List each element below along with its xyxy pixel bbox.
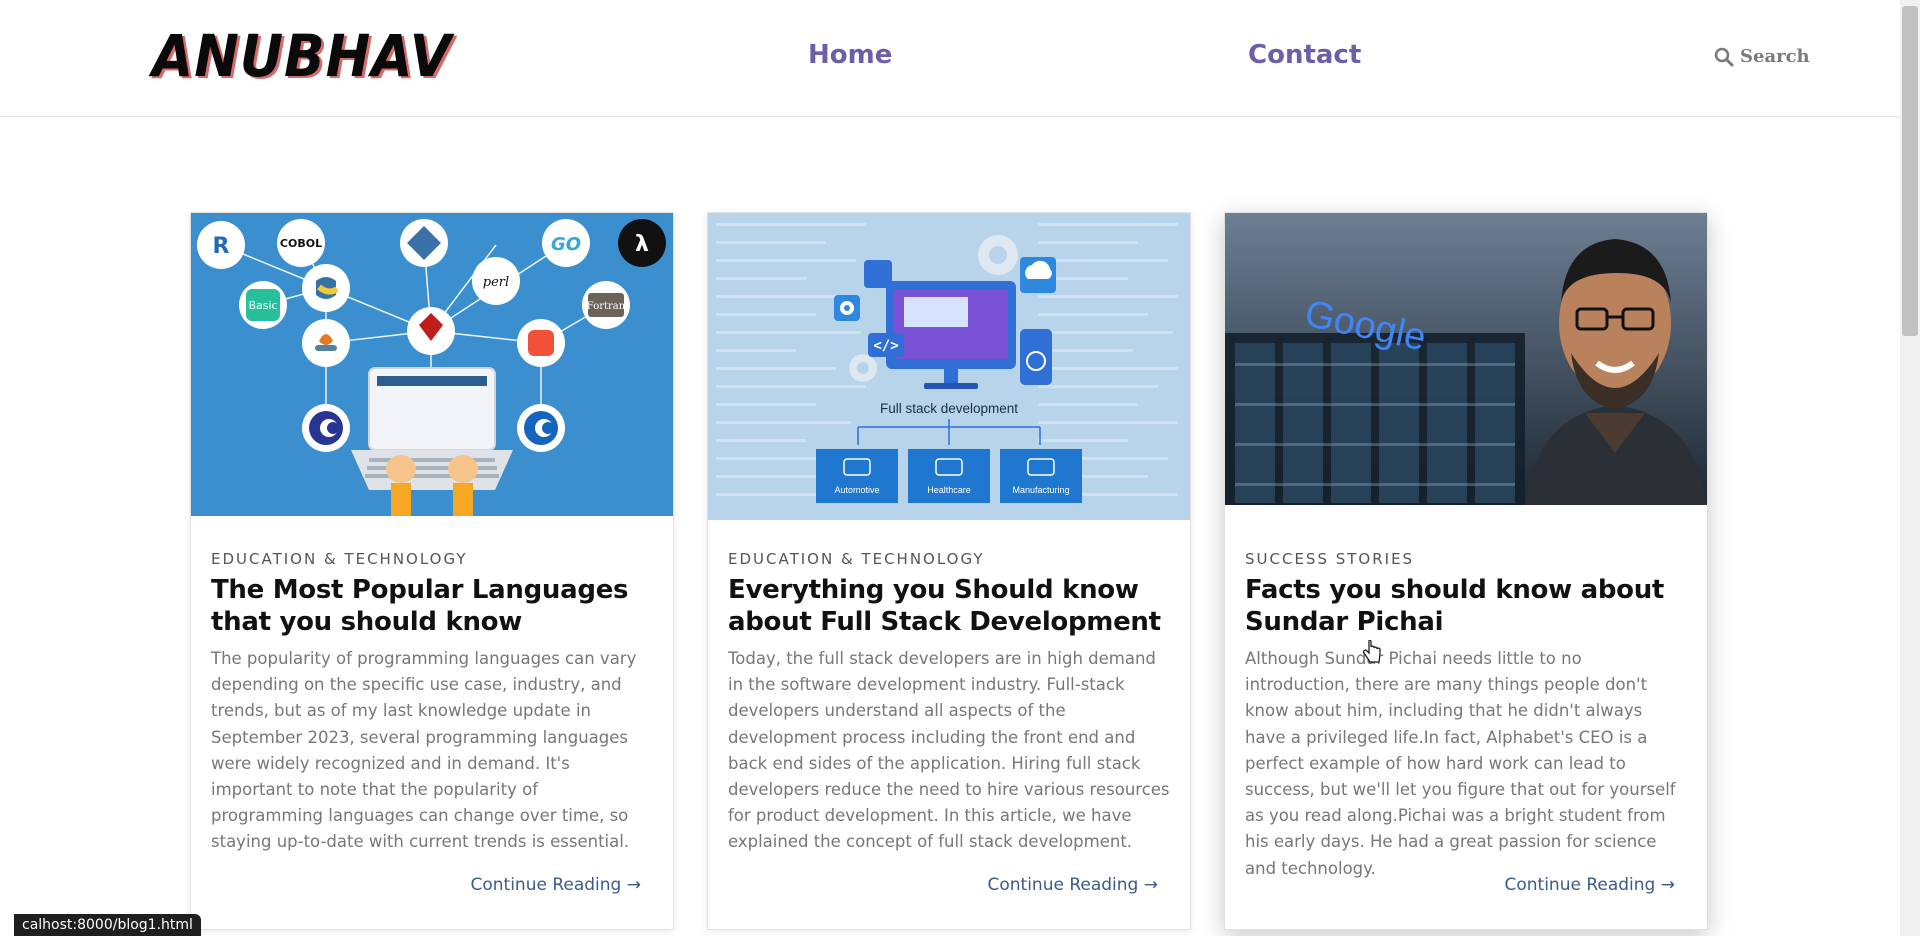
hand-cursor-icon [1362,638,1382,671]
card-category[interactable]: SUCCESS STORIES [1245,550,1687,568]
svg-text:Full stack development: Full stack development [880,401,1018,416]
svg-text:COBOL: COBOL [280,237,322,250]
nav-home-link[interactable]: Home [808,40,892,70]
svg-text:</>: </> [873,338,898,354]
svg-text:Healthcare: Healthcare [927,485,971,495]
svg-text:λ: λ [635,232,649,257]
continue-reading-link[interactable]: Continue Reading → [1505,875,1676,895]
blog-card-full-stack[interactable]: </> Full stack development Automotive He… [707,212,1191,930]
search-label: Search [1740,46,1810,67]
nav-contact-link[interactable]: Contact [1248,40,1361,70]
svg-text:perl: perl [483,275,509,290]
card-image-sundar-pichai[interactable]: Google [1225,213,1707,505]
svg-text:Manufacturing: Manufacturing [1012,485,1069,495]
card-excerpt: Although Sundar Pichai needs little to n… [1245,649,1676,878]
blog-card-sundar-pichai[interactable]: Google SUCCESS STORIES Facts you should … [1224,212,1708,930]
continue-reading-link[interactable]: Continue Reading → [988,875,1159,895]
card-category[interactable]: EDUCATION & TECHNOLOGY [211,550,653,568]
card-body: SUCCESS STORIES Facts you should know ab… [1245,550,1687,882]
site-header: ANUBHAV Home Contact Search [0,0,1900,117]
card-body: EDUCATION & TECHNOLOGY The Most Popular … [211,550,653,856]
svg-text:Automotive: Automotive [834,485,879,495]
svg-text:R: R [213,234,230,259]
card-excerpt: Today, the full stack developers are in … [728,649,1170,852]
card-category[interactable]: EDUCATION & TECHNOLOGY [728,550,1170,568]
card-body: EDUCATION & TECHNOLOGY Everything you Sh… [728,550,1170,856]
svg-text:Fortran: Fortran [587,301,626,312]
svg-text:Basic: Basic [248,299,277,312]
continue-reading-link[interactable]: Continue Reading → [471,875,642,895]
link-status-bar: calhost:8000/blog1.html [14,914,201,936]
card-excerpt: The popularity of programming languages … [211,649,637,852]
search-button[interactable]: Search [1714,46,1810,67]
card-image-languages[interactable]: λ R COBOL GO Basic perl Fortran [191,213,673,516]
card-title[interactable]: The Most Popular Languages that you shou… [211,574,653,638]
blog-card-languages[interactable]: λ R COBOL GO Basic perl Fortran EDUCATIO… [190,212,674,930]
card-title[interactable]: Everything you Should know about Full St… [728,574,1170,638]
search-icon [1714,47,1734,67]
svg-text:GO: GO [551,234,581,255]
site-logo[interactable]: ANUBHAV [152,22,452,90]
card-image-full-stack[interactable]: </> Full stack development Automotive He… [708,213,1190,520]
scrollbar-thumb[interactable] [1902,6,1918,336]
card-title[interactable]: Facts you should know about Sundar Picha… [1245,574,1687,638]
